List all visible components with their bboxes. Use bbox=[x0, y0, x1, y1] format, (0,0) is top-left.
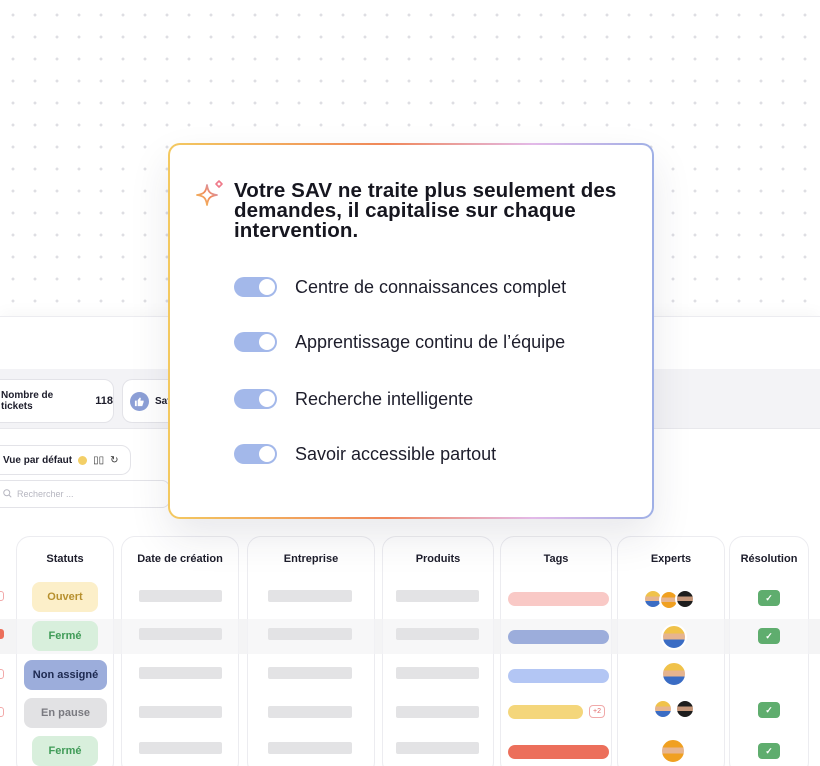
status-badge[interactable]: Ouvert bbox=[32, 582, 98, 612]
feature-row[interactable]: Recherche intelligente bbox=[234, 387, 473, 411]
placeholder-bar bbox=[396, 742, 479, 754]
header-tags[interactable]: Tags bbox=[500, 553, 612, 565]
check-icon: ✓ bbox=[758, 590, 780, 606]
search-input[interactable]: Rechercher ... bbox=[0, 480, 170, 508]
placeholder-bar bbox=[139, 628, 222, 640]
check-icon: ✓ bbox=[758, 628, 780, 644]
tag-pill[interactable] bbox=[508, 669, 609, 683]
placeholder-bar bbox=[396, 667, 479, 679]
check-icon: ✓ bbox=[758, 743, 780, 759]
placeholder-bar bbox=[139, 667, 222, 679]
status-badge[interactable]: En pause bbox=[24, 698, 107, 728]
search-placeholder: Rechercher ... bbox=[17, 489, 74, 499]
kpi-tickets-value: 118 bbox=[95, 395, 113, 407]
tag-pill[interactable] bbox=[508, 592, 609, 606]
row-checkbox[interactable] bbox=[0, 669, 4, 679]
feature-row[interactable]: Savoir accessible partout bbox=[234, 442, 496, 466]
search-icon bbox=[3, 488, 12, 500]
expert-avatar bbox=[675, 699, 695, 719]
expert-avatar bbox=[675, 589, 695, 609]
feature-card: Votre SAV ne traite plus seulement des d… bbox=[168, 143, 654, 519]
feature-label: Centre de connaissances complet bbox=[295, 276, 567, 297]
header-experts[interactable]: Experts bbox=[617, 553, 725, 565]
placeholder-bar bbox=[139, 742, 222, 754]
sparkle-icon bbox=[196, 180, 223, 206]
expert-avatar bbox=[653, 699, 673, 719]
feature-label: Apprentissage continu de l’équipe bbox=[295, 331, 566, 352]
columns-icon[interactable]: ▯▯ bbox=[93, 455, 104, 466]
expert-avatar bbox=[661, 624, 687, 650]
header-resolution[interactable]: Résolution bbox=[729, 553, 809, 565]
feature-toggle[interactable] bbox=[234, 277, 277, 297]
placeholder-bar bbox=[396, 706, 479, 718]
placeholder-bar bbox=[396, 628, 479, 640]
placeholder-bar bbox=[396, 590, 479, 602]
feature-row[interactable]: Apprentissage continu de l’équipe bbox=[234, 330, 565, 354]
view-selector[interactable]: Vue par défaut ▯▯ ↻ bbox=[0, 445, 131, 475]
refresh-icon[interactable]: ↻ bbox=[110, 455, 118, 466]
check-icon: ✓ bbox=[758, 702, 780, 718]
card-title: Votre SAV ne traite plus seulement des d… bbox=[234, 179, 617, 242]
placeholder-bar bbox=[139, 706, 222, 718]
tag-pill[interactable] bbox=[508, 630, 609, 644]
expert-avatar bbox=[660, 738, 686, 764]
kpi-tickets-label: Nombre de tickets bbox=[1, 390, 54, 412]
placeholder-bar bbox=[268, 742, 352, 754]
tag-more-badge[interactable]: +2 bbox=[589, 705, 605, 718]
header-entreprise[interactable]: Entreprise bbox=[247, 553, 375, 565]
view-label: Vue par défaut bbox=[3, 454, 73, 466]
feature-row[interactable]: Centre de connaissances complet bbox=[234, 275, 566, 299]
row-checkbox[interactable] bbox=[0, 591, 4, 601]
header-date[interactable]: Date de création bbox=[121, 553, 239, 565]
feature-toggle[interactable] bbox=[234, 332, 277, 352]
placeholder-bar bbox=[268, 667, 352, 679]
feature-card-body: Votre SAV ne traite plus seulement des d… bbox=[170, 145, 652, 517]
status-badge[interactable]: Non assigné bbox=[24, 660, 107, 690]
tag-pill[interactable] bbox=[508, 745, 609, 759]
row-checkbox[interactable] bbox=[0, 629, 4, 639]
feature-label: Savoir accessible partout bbox=[295, 443, 497, 464]
placeholder-bar bbox=[268, 706, 352, 718]
placeholder-bar bbox=[139, 590, 222, 602]
feature-toggle[interactable] bbox=[234, 389, 277, 409]
feature-toggle[interactable] bbox=[234, 444, 277, 464]
header-produits[interactable]: Produits bbox=[382, 553, 494, 565]
header-statuts[interactable]: Statuts bbox=[16, 553, 114, 565]
kpi-tickets-card[interactable]: Nombre de tickets 118 bbox=[0, 379, 114, 423]
tag-pill[interactable] bbox=[508, 705, 583, 719]
view-status-dot bbox=[78, 455, 88, 465]
placeholder-bar bbox=[268, 590, 352, 602]
status-badge[interactable]: Fermé bbox=[32, 621, 98, 651]
feature-label: Recherche intelligente bbox=[295, 388, 474, 409]
row-checkbox[interactable] bbox=[0, 707, 4, 717]
status-badge[interactable]: Fermé bbox=[32, 736, 98, 766]
expert-avatar bbox=[661, 661, 687, 687]
thumbs-up-icon bbox=[130, 391, 149, 411]
placeholder-bar bbox=[268, 628, 352, 640]
